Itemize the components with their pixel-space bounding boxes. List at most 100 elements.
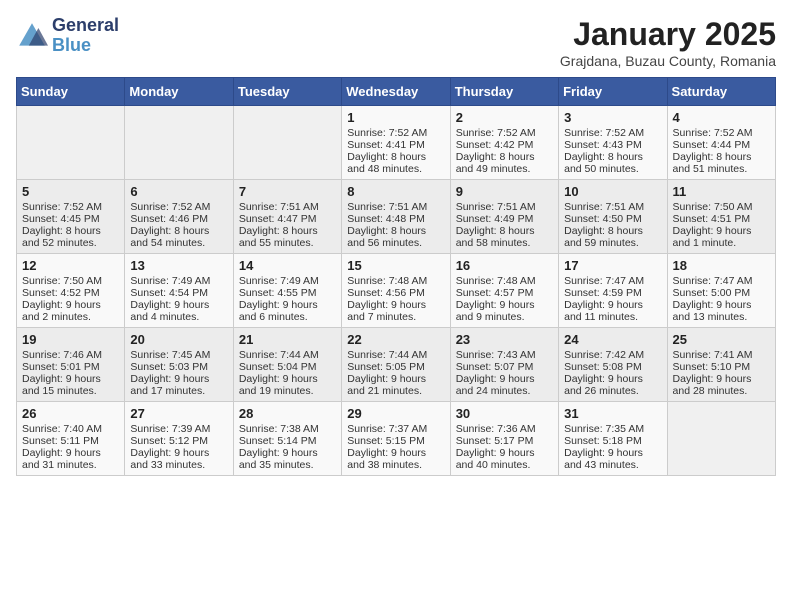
calendar-table: SundayMondayTuesdayWednesdayThursdayFrid… — [16, 77, 776, 476]
calendar-cell: 22Sunrise: 7:44 AMSunset: 5:05 PMDayligh… — [342, 328, 450, 402]
calendar-cell: 1Sunrise: 7:52 AMSunset: 4:41 PMDaylight… — [342, 106, 450, 180]
cell-content: Sunset: 5:05 PM — [347, 361, 444, 373]
cell-content: Sunset: 5:08 PM — [564, 361, 661, 373]
cell-content: Sunset: 4:47 PM — [239, 213, 336, 225]
cell-content: Sunrise: 7:37 AM — [347, 423, 444, 435]
cell-content: Daylight: 9 hours and 40 minutes. — [456, 447, 553, 471]
cell-content: Daylight: 9 hours and 13 minutes. — [673, 299, 770, 323]
cell-content: Sunrise: 7:44 AM — [239, 349, 336, 361]
calendar-day-header: Friday — [559, 78, 667, 106]
cell-content: Sunrise: 7:50 AM — [22, 275, 119, 287]
day-number: 31 — [564, 406, 661, 421]
day-number: 13 — [130, 258, 227, 273]
cell-content: Sunset: 5:10 PM — [673, 361, 770, 373]
cell-content: Daylight: 9 hours and 9 minutes. — [456, 299, 553, 323]
day-number: 20 — [130, 332, 227, 347]
cell-content: Sunset: 4:50 PM — [564, 213, 661, 225]
day-number: 9 — [456, 184, 553, 199]
day-number: 29 — [347, 406, 444, 421]
day-number: 22 — [347, 332, 444, 347]
calendar-day-header: Wednesday — [342, 78, 450, 106]
calendar-cell: 20 Sunrise: 7:45 AMSunset: 5:03 PMDayligh… — [125, 328, 233, 402]
cell-content: Daylight: 9 hours and 19 minutes. — [239, 373, 336, 397]
calendar-cell: 5Sunrise: 7:52 AMSunset: 4:45 PMDaylight… — [17, 180, 125, 254]
calendar-cell: 9Sunrise: 7:51 AMSunset: 4:49 PMDaylight… — [450, 180, 558, 254]
cell-content: Sunrise: 7:40 AM — [22, 423, 119, 435]
calendar-day-header: Monday — [125, 78, 233, 106]
calendar-cell: 31Sunrise: 7:35 AMSunset: 5:18 PMDayligh… — [559, 402, 667, 476]
day-number: 12 — [22, 258, 119, 273]
cell-content: Sunset: 5:14 PM — [239, 435, 336, 447]
cell-content: Daylight: 8 hours and 55 minutes. — [239, 225, 336, 249]
calendar-cell: 29Sunrise: 7:37 AMSunset: 5:15 PMDayligh… — [342, 402, 450, 476]
cell-content: Daylight: 9 hours and 35 minutes. — [239, 447, 336, 471]
cell-content: Daylight: 8 hours and 52 minutes. — [22, 225, 119, 249]
calendar-cell — [17, 106, 125, 180]
cell-content: Daylight: 9 hours and 15 minutes. — [22, 373, 119, 397]
calendar-cell — [233, 106, 341, 180]
day-number: 5 — [22, 184, 119, 199]
cell-content: Daylight: 9 hours and 28 minutes. — [673, 373, 770, 397]
cell-content: Sunrise: 7:41 AM — [673, 349, 770, 361]
cell-content: Sunrise: 7:50 AM — [673, 201, 770, 213]
cell-content: Daylight: 9 hours and 17 minutes. — [130, 373, 227, 397]
day-number: 27 — [130, 406, 227, 421]
day-number: 24 — [564, 332, 661, 347]
calendar-week-row: 19Sunrise: 7:46 AMSunset: 5:01 PMDayligh… — [17, 328, 776, 402]
location-subtitle: Grajdana, Buzau County, Romania — [560, 53, 776, 69]
cell-content: Daylight: 8 hours and 50 minutes. — [564, 151, 661, 175]
cell-content: Daylight: 9 hours and 26 minutes. — [564, 373, 661, 397]
calendar-week-row: 5Sunrise: 7:52 AMSunset: 4:45 PMDaylight… — [17, 180, 776, 254]
cell-content: Sunrise: 7:52 AM — [456, 127, 553, 139]
cell-content: Daylight: 9 hours and 7 minutes. — [347, 299, 444, 323]
logo: General Blue — [16, 16, 119, 56]
cell-content: Sunset: 5:12 PM — [130, 435, 227, 447]
calendar-week-row: 12Sunrise: 7:50 AMSunset: 4:52 PMDayligh… — [17, 254, 776, 328]
cell-content: Sunrise: 7:51 AM — [347, 201, 444, 213]
day-number: 7 — [239, 184, 336, 199]
month-title: January 2025 — [560, 16, 776, 53]
cell-content: Sunset: 5:18 PM — [564, 435, 661, 447]
day-number: 26 — [22, 406, 119, 421]
cell-content: Sunrise: 7:48 AM — [347, 275, 444, 287]
day-number: 3 — [564, 110, 661, 125]
day-number: 16 — [456, 258, 553, 273]
day-number: 17 — [564, 258, 661, 273]
day-number: 1 — [347, 110, 444, 125]
cell-content: Sunset: 4:59 PM — [564, 287, 661, 299]
cell-content: Daylight: 8 hours and 59 minutes. — [564, 225, 661, 249]
cell-content: Sunset: 5:17 PM — [456, 435, 553, 447]
cell-content: Daylight: 9 hours and 21 minutes. — [347, 373, 444, 397]
title-block: January 2025 Grajdana, Buzau County, Rom… — [560, 16, 776, 69]
cell-content: Sunrise: 7:52 AM — [347, 127, 444, 139]
cell-content: Daylight: 9 hours and 31 minutes. — [22, 447, 119, 471]
cell-content: Daylight: 9 hours and 11 minutes. — [564, 299, 661, 323]
calendar-cell: 4Sunrise: 7:52 AMSunset: 4:44 PMDaylight… — [667, 106, 775, 180]
calendar-header-row: SundayMondayTuesdayWednesdayThursdayFrid… — [17, 78, 776, 106]
cell-content: Sunset: 4:43 PM — [564, 139, 661, 151]
cell-content: Sunrise: 7:36 AM — [456, 423, 553, 435]
logo-text: General Blue — [52, 16, 119, 56]
cell-content: Sunset: 5:03 PM — [130, 361, 227, 373]
cell-content: Daylight: 9 hours and 6 minutes. — [239, 299, 336, 323]
cell-content: Daylight: 8 hours and 54 minutes. — [130, 225, 227, 249]
calendar-cell: 3Sunrise: 7:52 AMSunset: 4:43 PMDaylight… — [559, 106, 667, 180]
cell-content: Sunrise: 7:51 AM — [456, 201, 553, 213]
day-number: 25 — [673, 332, 770, 347]
cell-content: Sunset: 5:01 PM — [22, 361, 119, 373]
day-number: 4 — [673, 110, 770, 125]
calendar-cell: 6Sunrise: 7:52 AMSunset: 4:46 PMDaylight… — [125, 180, 233, 254]
calendar-cell: 14Sunrise: 7:49 AMSunset: 4:55 PMDayligh… — [233, 254, 341, 328]
cell-content: Daylight: 8 hours and 48 minutes. — [347, 151, 444, 175]
cell-content: Daylight: 8 hours and 58 minutes. — [456, 225, 553, 249]
day-number: 19 — [22, 332, 119, 347]
cell-content: Daylight: 9 hours and 4 minutes. — [130, 299, 227, 323]
cell-content: Daylight: 9 hours and 24 minutes. — [456, 373, 553, 397]
cell-content: Sunrise: 7:52 AM — [130, 201, 227, 213]
calendar-cell: 26Sunrise: 7:40 AMSunset: 5:11 PMDayligh… — [17, 402, 125, 476]
calendar-day-header: Tuesday — [233, 78, 341, 106]
day-number: 23 — [456, 332, 553, 347]
calendar-cell: 27Sunrise: 7:39 AMSunset: 5:12 PMDayligh… — [125, 402, 233, 476]
cell-content: Sunrise: 7:51 AM — [564, 201, 661, 213]
cell-content: Sunrise: 7:45 AM — [130, 349, 227, 361]
